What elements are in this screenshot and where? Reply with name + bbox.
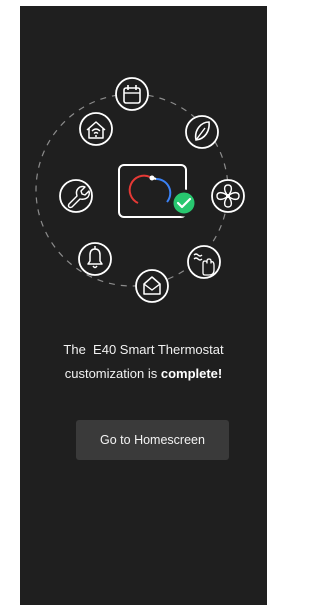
- message-prefix: The: [63, 342, 86, 357]
- calendar-icon: [115, 77, 149, 111]
- message-emphasis: complete!: [160, 366, 223, 381]
- smart-home-icon: [79, 112, 113, 146]
- completion-screen: The E40 Smart Thermostat customization i…: [20, 6, 267, 605]
- envelope-icon: [135, 269, 169, 303]
- message-line-2: customization is complete!: [20, 362, 267, 386]
- bell-icon: [78, 242, 112, 276]
- message-line-1: The E40 Smart Thermostat: [20, 338, 267, 362]
- device-name: E40 Smart Thermostat: [93, 342, 224, 357]
- checkmark-icon: [170, 189, 198, 217]
- leaf-icon: [185, 115, 219, 149]
- wrench-icon: [59, 179, 93, 213]
- message-middle: customization is: [64, 366, 158, 381]
- hand-heat-icon: [187, 245, 221, 279]
- feature-ring: [35, 77, 245, 303]
- feature-illustration: [20, 62, 267, 312]
- go-to-homescreen-button[interactable]: Go to Homescreen: [76, 420, 229, 460]
- fan-icon: [211, 179, 245, 213]
- completion-message: The E40 Smart Thermostat customization i…: [20, 338, 267, 386]
